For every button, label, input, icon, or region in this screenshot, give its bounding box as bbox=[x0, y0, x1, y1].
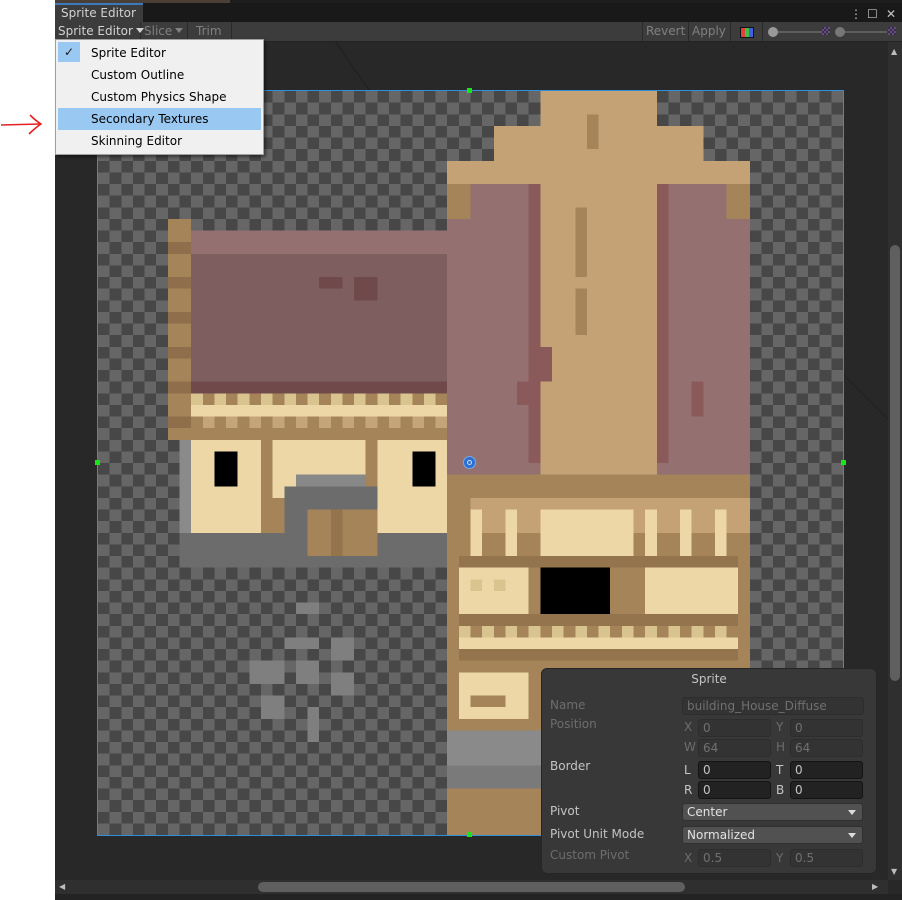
menu-item-skinning-editor[interactable]: Skinning Editor bbox=[58, 130, 261, 152]
name-label: Name bbox=[550, 698, 586, 712]
position-y-field[interactable]: 0 bbox=[790, 719, 863, 737]
pivot-dropdown[interactable]: Center bbox=[682, 803, 863, 821]
menu-item-sprite-editor[interactable]: Sprite Editor bbox=[58, 42, 261, 64]
rgb-channels-icon bbox=[740, 27, 754, 38]
border-left-field[interactable]: 0 bbox=[698, 761, 771, 779]
chevron-down-icon bbox=[175, 28, 184, 33]
pivot-handle[interactable] bbox=[463, 456, 476, 469]
scroll-down-icon[interactable]: ▼ bbox=[891, 868, 897, 876]
pivot-unit-value: Normalized bbox=[687, 828, 756, 842]
resize-handle-right[interactable] bbox=[841, 460, 846, 465]
t-label: T bbox=[776, 763, 784, 777]
scroll-left-icon[interactable]: ◀ bbox=[59, 883, 65, 891]
chevron-down-icon bbox=[848, 810, 856, 815]
custom-pivot-y-field[interactable]: 0.5 bbox=[790, 849, 863, 867]
border-right-field[interactable]: 0 bbox=[698, 781, 771, 799]
scroll-up-icon[interactable]: ▲ bbox=[891, 48, 897, 56]
tab-bar: Sprite Editor ⋮ ☐ ✕ bbox=[55, 3, 902, 22]
position-x-field[interactable]: 0 bbox=[698, 719, 771, 737]
border-top-field[interactable]: 0 bbox=[790, 761, 863, 779]
mip-slider-handle[interactable] bbox=[835, 27, 845, 37]
w-label: W bbox=[684, 740, 696, 754]
slice-label: Slice bbox=[144, 24, 173, 38]
scroll-right-icon[interactable]: ▶ bbox=[872, 883, 878, 891]
close-icon[interactable]: ✕ bbox=[886, 6, 896, 22]
red-annotation-arrow bbox=[0, 114, 43, 135]
more-options-icon[interactable]: ⋮ bbox=[850, 6, 862, 22]
cp-y-label: Y bbox=[776, 851, 784, 865]
width-field[interactable]: 64 bbox=[698, 739, 771, 757]
zoom-slider-handle[interactable] bbox=[768, 27, 778, 37]
r-label: R bbox=[684, 783, 693, 797]
custom-pivot-x-field[interactable]: 0.5 bbox=[698, 849, 771, 867]
position-label: Position bbox=[550, 717, 597, 731]
b-label: B bbox=[776, 783, 785, 797]
chevron-down-icon bbox=[848, 833, 856, 838]
zoom-slider-track[interactable] bbox=[773, 31, 823, 33]
resize-handle-top[interactable] bbox=[467, 88, 472, 93]
panel-title: Sprite bbox=[691, 672, 727, 686]
x-label: X bbox=[684, 720, 693, 734]
vertical-scrollbar[interactable]: ▲ ▼ bbox=[888, 42, 902, 880]
sprite-properties-panel: Sprite Name building_House_Diffuse Posit… bbox=[541, 668, 877, 874]
custom-pivot-label: Custom Pivot bbox=[550, 848, 630, 862]
menu-item-custom-outline[interactable]: Custom Outline bbox=[58, 64, 261, 86]
border-bottom-field[interactable]: 0 bbox=[790, 781, 863, 799]
name-field[interactable]: building_House_Diffuse bbox=[682, 697, 864, 715]
pivot-value: Center bbox=[687, 805, 728, 819]
color-channels-toggle[interactable] bbox=[731, 22, 763, 41]
h-label: H bbox=[776, 740, 786, 754]
editor-mode-label: Sprite Editor bbox=[58, 24, 133, 38]
maximize-icon[interactable]: ☐ bbox=[867, 6, 878, 22]
mip-checker-icon bbox=[888, 27, 896, 35]
window-bottom-edge bbox=[55, 894, 902, 900]
editor-mode-menu: ✓ Sprite Editor Custom Outline Custom Ph… bbox=[55, 39, 264, 155]
border-label: Border bbox=[550, 759, 591, 773]
tab-sprite-editor[interactable]: Sprite Editor bbox=[55, 3, 143, 22]
horizontal-scroll-thumb[interactable] bbox=[258, 882, 685, 892]
height-field[interactable]: 64 bbox=[790, 739, 863, 757]
menu-item-secondary-textures[interactable]: Secondary Textures bbox=[58, 108, 261, 130]
y-label: Y bbox=[776, 720, 784, 734]
apply-button[interactable]: Apply bbox=[689, 22, 731, 41]
zoom-checker-icon bbox=[822, 27, 830, 35]
pivot-label: Pivot bbox=[550, 804, 580, 818]
horizontal-scrollbar[interactable]: ◀ ▶ bbox=[55, 880, 888, 894]
vertical-scroll-thumb[interactable] bbox=[890, 245, 900, 681]
revert-button[interactable]: Revert bbox=[642, 22, 689, 41]
cp-x-label: X bbox=[684, 851, 693, 865]
resize-handle-bottom[interactable] bbox=[467, 832, 472, 837]
resize-handle-left[interactable] bbox=[95, 460, 100, 465]
pivot-unit-mode-dropdown[interactable]: Normalized bbox=[682, 826, 863, 844]
menu-item-custom-physics-shape[interactable]: Custom Physics Shape bbox=[58, 86, 261, 108]
l-label: L bbox=[684, 763, 691, 777]
pivot-unit-mode-label: Pivot Unit Mode bbox=[550, 827, 645, 841]
